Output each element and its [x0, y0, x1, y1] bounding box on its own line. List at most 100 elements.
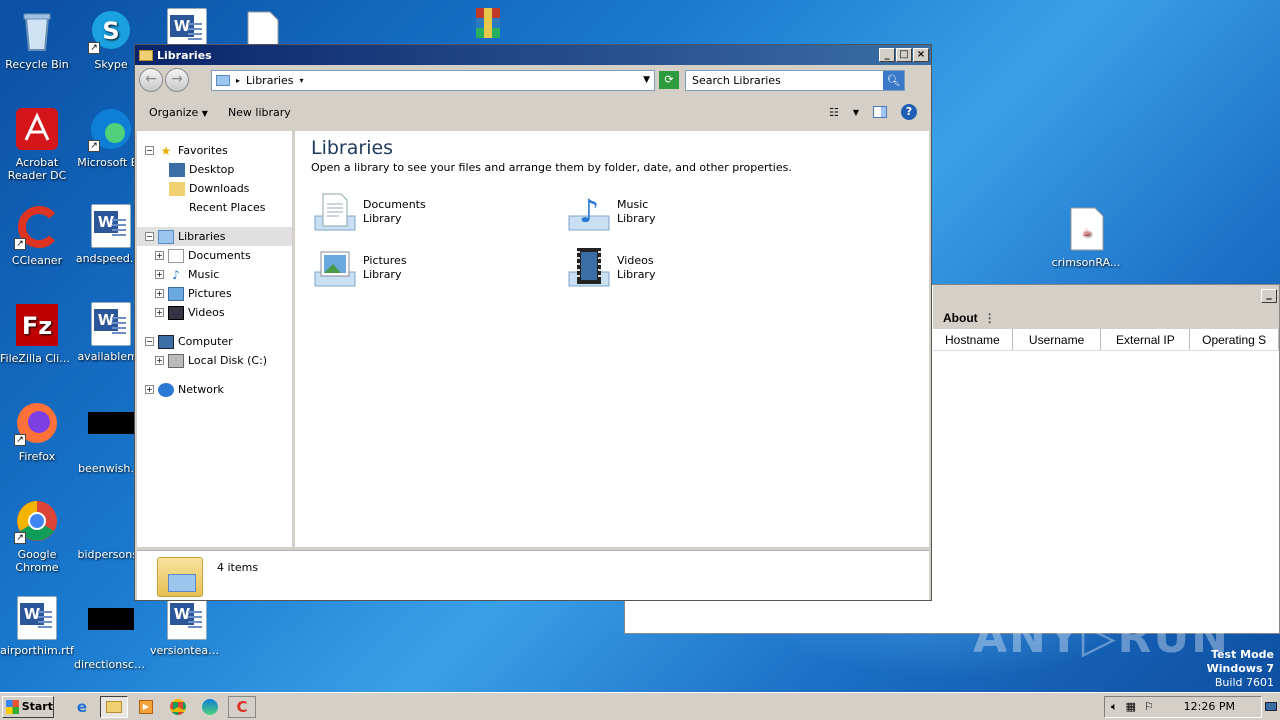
nav-favorites[interactable]: − ★ Favorites: [137, 141, 292, 160]
command-bar: Organize ▼ New library ☷ ▼ ?: [135, 95, 931, 129]
nav-videos[interactable]: + Videos: [137, 303, 292, 322]
image-file-thumbnail: [88, 412, 134, 458]
action-center-flag-icon[interactable]: ⚐: [1144, 700, 1154, 713]
start-button[interactable]: Start: [2, 695, 54, 718]
search-icon[interactable]: 🔍︎: [883, 70, 904, 90]
nav-pictures[interactable]: + Pictures: [137, 284, 292, 303]
nav-libraries[interactable]: − Libraries: [137, 227, 292, 246]
nav-documents[interactable]: + Documents: [137, 246, 292, 265]
pictures-icon: [168, 286, 184, 301]
desktop-icon-crimsonra[interactable]: ☕ crimsonRA...: [1048, 206, 1124, 269]
filezilla-icon: Fz: [14, 302, 60, 348]
desktop-icon-versionteam[interactable]: versionteam...: [150, 596, 224, 657]
desktop-icon-label: Google Chrome: [15, 548, 59, 574]
taskbar-edge-icon[interactable]: [196, 696, 224, 718]
show-desktop-button[interactable]: [1264, 696, 1278, 718]
expand-icon[interactable]: +: [155, 270, 164, 279]
nav-recent-places[interactable]: Recent Places: [137, 198, 292, 217]
content-subtitle: Open a library to see your files and arr…: [311, 161, 792, 174]
close-button[interactable]: ×: [913, 48, 929, 62]
hard-disk-icon: [168, 353, 184, 368]
back-button[interactable]: ←: [139, 68, 163, 92]
taskbar: Start e ▶ C 🔈︎ ▦ ⚐ 12:26 PM: [0, 692, 1280, 720]
network-tray-icon[interactable]: ▦: [1126, 700, 1136, 713]
refresh-button[interactable]: ⟳: [659, 71, 679, 89]
nav-downloads[interactable]: Downloads: [137, 179, 292, 198]
search-box[interactable]: Search Libraries 🔍︎: [685, 69, 905, 91]
expand-icon[interactable]: +: [155, 251, 164, 260]
libraries-grid: Documents Library ♪ Music Library Pictures…: [311, 190, 913, 310]
shortcut-arrow-icon: ↗: [88, 42, 100, 54]
collapse-icon[interactable]: −: [145, 337, 154, 346]
chevron-down-icon[interactable]: ▾: [300, 76, 304, 85]
desktop-icon-directionscli[interactable]: directionscli...: [74, 596, 148, 671]
desktop-icon-acrobat[interactable]: Acrobat Reader DC: [0, 106, 74, 182]
videos-library-icon: [565, 246, 611, 292]
taskbar-ccleaner-icon[interactable]: C: [228, 695, 256, 718]
nav-computer[interactable]: − Computer: [137, 332, 292, 351]
desktop-icon-firefox[interactable]: ↗ Firefox: [0, 400, 74, 463]
minimize-button[interactable]: _: [879, 48, 895, 62]
desktop-icon-airporthim[interactable]: airporthim.rtf: [0, 596, 74, 657]
desktop-icon: [169, 162, 185, 177]
libraries-icon: [216, 74, 230, 86]
firefox-icon: ↗: [14, 400, 60, 446]
navigation-pane[interactable]: − ★ Favorites Desktop Downloads Recent P…: [137, 131, 295, 547]
desktop-icon-filezilla[interactable]: Fz FileZilla Client: [0, 302, 74, 365]
help-icon[interactable]: ?: [901, 104, 917, 120]
library-item-music[interactable]: ♪ Music Library: [565, 190, 655, 236]
library-item-videos[interactable]: Videos Library: [565, 246, 655, 292]
view-dropdown-icon[interactable]: ▼: [853, 108, 859, 117]
column-username[interactable]: Username: [1013, 329, 1102, 350]
taskbar-ie-icon[interactable]: e: [68, 696, 96, 718]
collapse-icon[interactable]: −: [145, 232, 154, 241]
column-hostname[interactable]: Hostname: [933, 329, 1013, 350]
nav-network[interactable]: + Network: [137, 380, 292, 399]
taskbar-chrome-icon[interactable]: [164, 696, 192, 718]
clock[interactable]: 12:26 PM: [1184, 700, 1235, 713]
preview-pane-icon[interactable]: [873, 106, 887, 118]
address-row: ← → ▸ Libraries ▾ ▼ ⟳ Search Libraries 🔍…: [135, 65, 931, 95]
minimize-button[interactable]: _: [1261, 288, 1277, 303]
forward-button[interactable]: →: [165, 68, 189, 92]
column-operating-system[interactable]: Operating S: [1190, 329, 1280, 350]
desktop-icon-recycle-bin[interactable]: Recycle Bin: [0, 8, 74, 71]
tab-about[interactable]: About: [943, 311, 978, 325]
new-library-button[interactable]: New library: [228, 106, 291, 119]
taskbar-explorer-icon[interactable]: [100, 695, 128, 718]
expand-icon[interactable]: +: [155, 308, 164, 317]
search-input[interactable]: Search Libraries: [692, 74, 781, 87]
maximize-button[interactable]: □: [896, 48, 912, 62]
desktop-icon-chrome[interactable]: ↗ Google Chrome: [0, 498, 74, 574]
column-external-ip[interactable]: External IP: [1101, 329, 1191, 350]
test-mode-text: Test Mode Windows 7 Build 7601: [1206, 648, 1274, 689]
expand-icon[interactable]: +: [145, 385, 154, 394]
expand-icon[interactable]: +: [155, 356, 164, 365]
taskbar-media-player-icon[interactable]: ▶: [132, 696, 160, 718]
word-document-icon: [167, 8, 207, 48]
svg-text:♪: ♪: [579, 192, 599, 230]
desktop-icon-label: FileZilla Client: [0, 352, 74, 365]
address-text[interactable]: Libraries: [246, 74, 294, 87]
nav-desktop[interactable]: Desktop: [137, 160, 292, 179]
computer-icon: [158, 334, 174, 349]
collapse-icon[interactable]: −: [145, 146, 154, 155]
nav-music[interactable]: + ♪ Music: [137, 265, 292, 284]
libraries-explorer-window[interactable]: Libraries _ □ × ← → ▸ Libraries ▾ ▼ ⟳ Se…: [134, 44, 932, 601]
image-file-thumbnail: [88, 498, 134, 544]
organize-button[interactable]: Organize ▼: [149, 106, 208, 119]
library-item-pictures[interactable]: Pictures Library: [311, 246, 407, 292]
downloads-icon: [169, 181, 185, 196]
desktop-icon-ccleaner[interactable]: ↗ CCleaner: [0, 204, 74, 267]
nav-local-disk[interactable]: + Local Disk (C:): [137, 351, 292, 370]
documents-library-icon: [311, 190, 357, 236]
libraries-icon: [158, 229, 174, 244]
address-bar[interactable]: ▸ Libraries ▾ ▼: [211, 69, 655, 91]
library-item-documents[interactable]: Documents Library: [311, 190, 426, 236]
window-titlebar[interactable]: Libraries _ □ ×: [135, 45, 931, 65]
address-dropdown-icon[interactable]: ▼: [643, 75, 650, 85]
volume-icon[interactable]: 🔈︎: [1111, 700, 1118, 714]
view-options-icon[interactable]: ☷: [829, 106, 839, 119]
chevron-right-icon[interactable]: ▸: [236, 76, 240, 85]
expand-icon[interactable]: +: [155, 289, 164, 298]
